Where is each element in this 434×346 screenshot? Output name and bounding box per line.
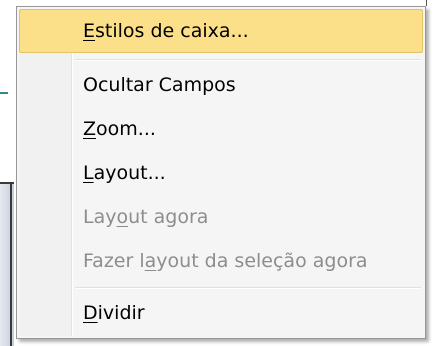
menu-item-fazer-layout-da-selecao-agora: Fazer layout da seleção agora [19,240,423,284]
menu-item-label-pre: Fazer l [83,250,145,272]
menu-item-accelerator: a [144,250,157,272]
menu-item-ocultar-campos[interactable]: Ocultar Campos [19,64,423,108]
menu-item-accelerator: D [83,302,98,324]
menu-item-label-post: stilos de caixa... [95,20,249,42]
background-window-corner [0,182,14,192]
menu-item-label-post: yout da seleção agora [156,250,368,272]
menu-item-accelerator: o [116,206,129,228]
menu-item-label-post: ut agora [128,206,209,228]
menu-item-label-pre: Lay [83,206,117,228]
context-menu: Estilos de caixa... Ocultar Campos Zoom.… [16,6,426,339]
menu-separator [75,287,421,289]
background-window-fragment [0,182,14,346]
menu-item-accelerator: E [83,20,96,42]
menu-separator [75,59,421,61]
menu-item-zoom[interactable]: Zoom... [19,108,423,152]
menu-item-label-pre: Ocultar Campos [83,74,236,96]
menu-item-label-post: oom... [96,118,156,140]
menu-item-label-post: ividir [97,302,145,324]
menu-item-estilos-de-caixa[interactable]: Estilos de caixa... [19,9,423,53]
menu-item-accelerator: L [83,162,94,184]
menu-item-layout[interactable]: Layout... [19,152,423,196]
menu-item-label-post: ayout... [93,162,166,184]
menu-item-dividir[interactable]: Dividir [19,292,423,336]
menu-item-layout-agora: Layout agora [19,196,423,240]
background-edge-mark [426,0,427,6]
background-teal-mark [0,92,8,94]
menu-item-accelerator: Z [83,118,97,140]
